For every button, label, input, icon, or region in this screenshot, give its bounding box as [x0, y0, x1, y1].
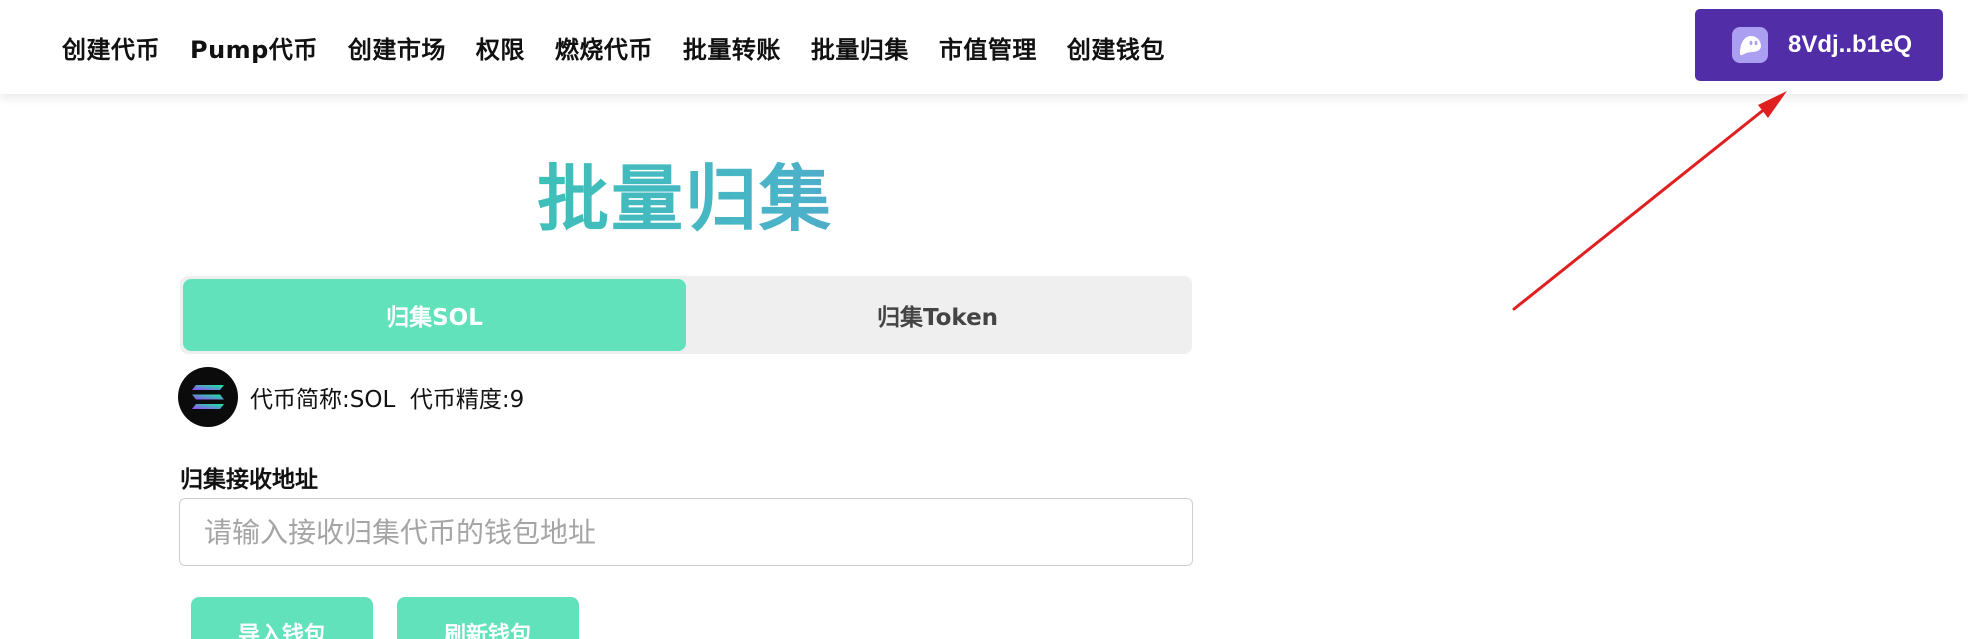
solana-logo-icon [178, 367, 238, 427]
nav-item-create-token[interactable]: 创建代币 [62, 30, 160, 65]
nav-item-batch-collect[interactable]: 批量归集 [811, 30, 909, 65]
phantom-ghost-icon [1732, 27, 1768, 63]
nav-item-create-market[interactable]: 创建市场 [348, 30, 446, 65]
nav-item-batch-transfer[interactable]: 批量转账 [683, 30, 781, 65]
top-navbar: 创建代币 Pump代币 创建市场 权限 燃烧代币 批量转账 批量归集 市值管理 … [0, 0, 1968, 94]
receive-address-label: 归集接收地址 [180, 467, 318, 493]
nav-item-pump-token[interactable]: Pump代币 [190, 30, 318, 65]
import-wallet-button[interactable]: 导入钱包 [191, 597, 373, 639]
token-info: 代币简称:SOL 代币精度:9 [178, 367, 524, 427]
page-title: 批量归集 [180, 140, 1190, 245]
collect-type-tabs: 归集SOL 归集Token [180, 276, 1192, 354]
nav-item-create-wallet[interactable]: 创建钱包 [1067, 30, 1165, 65]
nav-links: 创建代币 Pump代币 创建市场 权限 燃烧代币 批量转账 批量归集 市值管理 … [62, 30, 1195, 65]
refresh-wallet-button[interactable]: 刷新钱包 [397, 597, 579, 639]
token-info-text: 代币简称:SOL 代币精度:9 [250, 387, 525, 413]
nav-item-market-cap[interactable]: 市值管理 [939, 30, 1037, 65]
wallet-address: 8Vdj..b1eQ [1788, 31, 1913, 58]
tab-collect-token[interactable]: 归集Token [686, 279, 1189, 351]
nav-item-burn-token[interactable]: 燃烧代币 [555, 30, 653, 65]
tab-collect-sol[interactable]: 归集SOL [183, 279, 686, 351]
nav-item-permissions[interactable]: 权限 [476, 30, 525, 65]
wallet-connect-button[interactable]: 8Vdj..b1eQ [1695, 9, 1943, 81]
receive-address-input[interactable] [179, 498, 1193, 566]
